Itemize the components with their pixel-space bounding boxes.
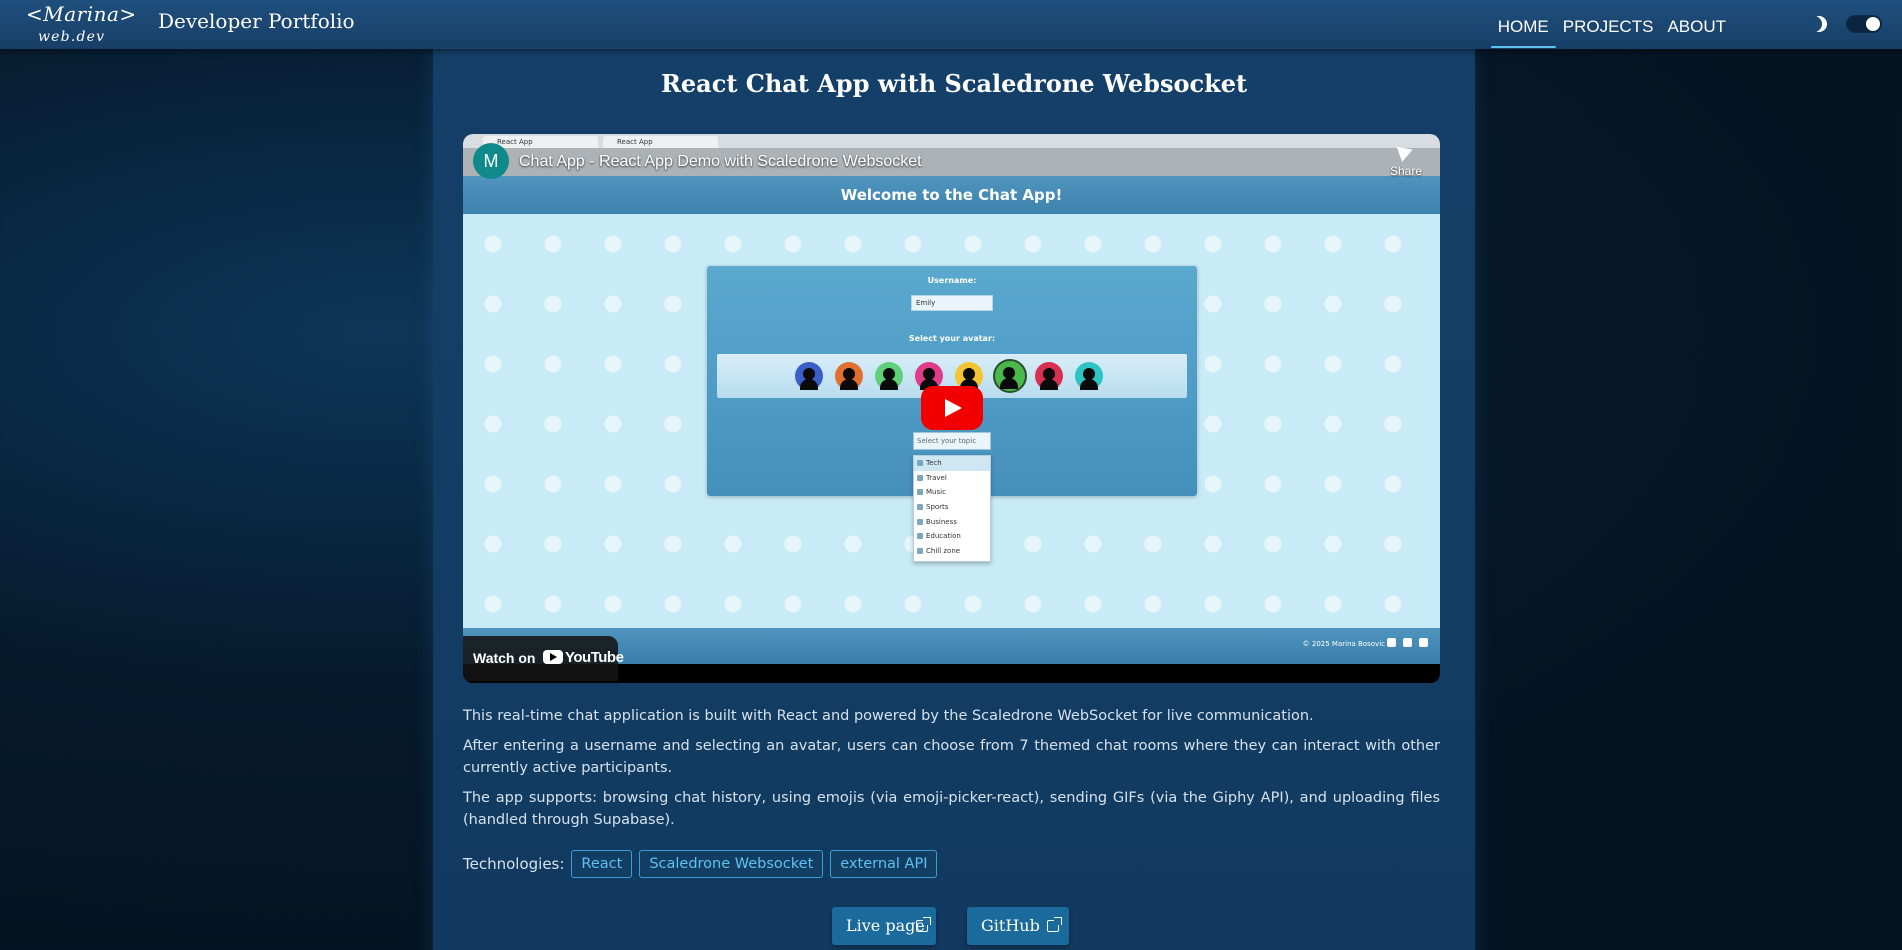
tech-tag-external-api[interactable]: external API [830,850,938,878]
theme-toggle-knob [1866,17,1880,31]
share-label: Share [1389,164,1423,178]
video-avatar [875,362,903,390]
share-icon [1396,142,1416,162]
video-topic-option: Chill zone [914,544,990,559]
github-button[interactable]: GitHub [967,907,1069,945]
video-avatar-label: Select your avatar: [908,334,996,343]
description-paragraph-2: After entering a username and selecting … [463,738,1440,776]
video-avatar-selected [993,359,1027,393]
tech-tag-scaledrone[interactable]: Scaledrone Websocket [639,850,824,878]
share-button[interactable]: Share [1381,142,1431,184]
video-topic-option: Music [914,485,990,500]
mail-icon [1419,638,1428,647]
watch-on-youtube-button[interactable]: Watch on YouTube [463,636,624,681]
technologies-label: Technologies: [463,855,565,873]
site-logo[interactable]: <Marina> web.dev [26,0,136,49]
video-avatar [1075,362,1103,390]
video-topic-select: Select your topic [913,432,991,450]
live-page-label: Live page [846,916,925,935]
description-paragraph-3: The app supports: browsing chat history,… [463,790,1440,828]
linkedin-icon [1403,638,1412,647]
nav-projects[interactable]: PROJECTS [1556,3,1661,47]
live-page-button[interactable]: Live page [832,907,936,945]
github-icon [1387,638,1396,647]
video-title[interactable]: Chat App - React App Demo with Scaledron… [519,153,922,171]
external-link-icon [916,917,931,932]
site-title: Developer Portfolio [158,9,355,33]
main-nav: HOME PROJECTS ABOUT [1490,0,1733,49]
github-label: GitHub [981,916,1040,935]
nav-about[interactable]: ABOUT [1660,3,1733,47]
video-footer-copyright: © 2025 Marina Bosovic [1302,640,1385,648]
half-moon-icon [1810,16,1827,32]
nav-home[interactable]: HOME [1490,3,1556,48]
site-header: <Marina> web.dev Developer Portfolio HOM… [0,0,1902,49]
video-topic-option: Business [914,515,990,530]
external-link-icon [1047,917,1062,932]
video-avatar [1035,362,1063,390]
video-avatar [795,362,823,390]
video-topic-dropdown: Tech Travel Music Sports Business Educat… [913,455,991,562]
video-topic-option: Travel [914,471,990,486]
video-topic-option: Tech [914,456,990,471]
video-username-label: Username: [927,276,977,285]
youtube-embed[interactable]: React App React App Welcome to the Chat … [463,134,1440,683]
youtube-label: YouTube [565,649,624,666]
channel-avatar[interactable]: M [473,143,509,179]
watch-on-label: Watch on [473,650,536,666]
video-username-input: Emily [911,295,993,311]
video-topic-option: Education [914,529,990,544]
video-app-heading: Welcome to the Chat App! [463,176,1440,214]
theme-toggle[interactable] [1846,15,1882,33]
project-card: React Chat App with Scaledrone Websocket… [433,49,1475,950]
video-topic-option: Sports [914,500,990,515]
play-button[interactable] [921,386,983,430]
project-title: React Chat App with Scaledrone Websocket [660,69,1248,98]
logo-line-1: <Marina> [26,2,137,26]
video-browser-tabs: React App React App [463,134,1440,148]
tech-tag-react[interactable]: React [571,850,633,878]
video-browser-tab: React App [603,136,718,148]
video-avatar [835,362,863,390]
description-paragraph-1: This real-time chat application is built… [463,708,1314,724]
technologies-row: Technologies: React Scaledrone Websocket… [463,850,938,878]
youtube-logo-icon [543,650,563,664]
logo-line-2: web.dev [38,29,106,45]
